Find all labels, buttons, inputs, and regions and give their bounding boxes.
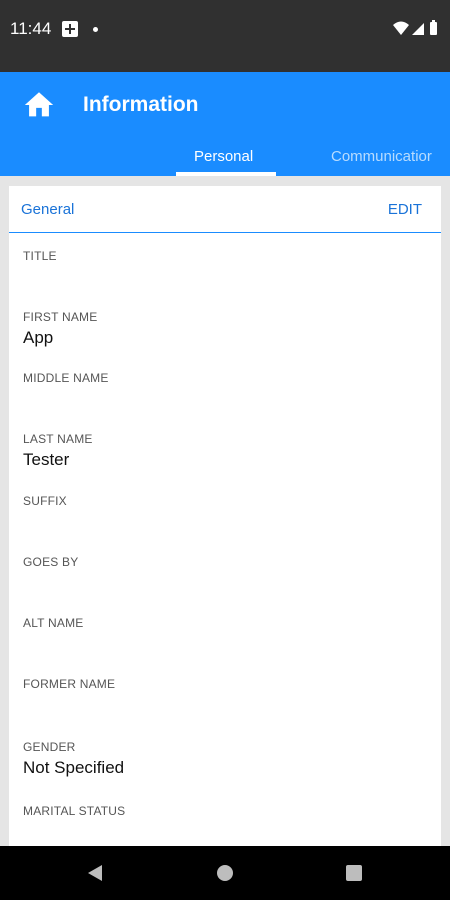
app-bar: Information Personal Communicatior	[0, 72, 450, 176]
field-label: FIRST NAME	[23, 310, 98, 324]
field-value: Tester	[23, 450, 70, 469]
dot-icon	[93, 27, 98, 32]
tab-communication[interactable]: Communicatior	[331, 148, 432, 165]
system-nav-bar	[0, 846, 450, 900]
field-label: GENDER	[23, 740, 76, 754]
field-marital-status: MARITAL STATUS	[23, 804, 125, 822]
field-last-name: LAST NAME Tester	[23, 432, 93, 470]
card-header: General EDIT	[9, 186, 441, 233]
status-bar: 11:44	[0, 0, 450, 72]
field-former-name: FORMER NAME	[23, 677, 115, 695]
field-label: SUFFIX	[23, 494, 67, 508]
field-alt-name: ALT NAME	[23, 616, 84, 634]
field-label: TITLE	[23, 249, 57, 263]
tab-indicator	[176, 172, 276, 176]
recents-icon[interactable]	[346, 865, 362, 881]
wifi-icon	[393, 21, 409, 35]
field-title: TITLE	[23, 249, 57, 267]
field-label: LAST NAME	[23, 432, 93, 446]
status-icons	[392, 19, 442, 39]
home-icon[interactable]	[22, 88, 56, 122]
signal-icon	[412, 23, 424, 35]
battery-icon	[430, 20, 437, 35]
page-title: Information	[83, 93, 199, 116]
field-suffix: SUFFIX	[23, 494, 67, 512]
section-title: General	[21, 201, 75, 218]
field-label: GOES BY	[23, 555, 79, 569]
field-value: App	[23, 328, 54, 347]
field-gender: GENDER Not Specified	[23, 740, 124, 778]
field-first-name: FIRST NAME App	[23, 310, 97, 348]
field-label: ALT NAME	[23, 616, 84, 630]
tab-personal[interactable]: Personal	[194, 148, 253, 165]
back-icon[interactable]	[86, 864, 104, 887]
field-middle-name: MIDDLE NAME	[23, 371, 109, 389]
edit-button[interactable]: EDIT	[388, 201, 422, 218]
field-label: FORMER NAME	[23, 677, 116, 691]
field-label: MARITAL STATUS	[23, 804, 126, 818]
home-circle-icon[interactable]	[217, 865, 233, 881]
field-value: Not Specified	[23, 758, 125, 777]
app-notification-icon	[62, 21, 78, 37]
status-time: 11:44	[10, 19, 52, 38]
field-label: MIDDLE NAME	[23, 371, 109, 385]
field-goes-by: GOES BY	[23, 555, 78, 573]
general-card: General EDIT TITLE FIRST NAME App MIDDLE…	[9, 186, 441, 846]
